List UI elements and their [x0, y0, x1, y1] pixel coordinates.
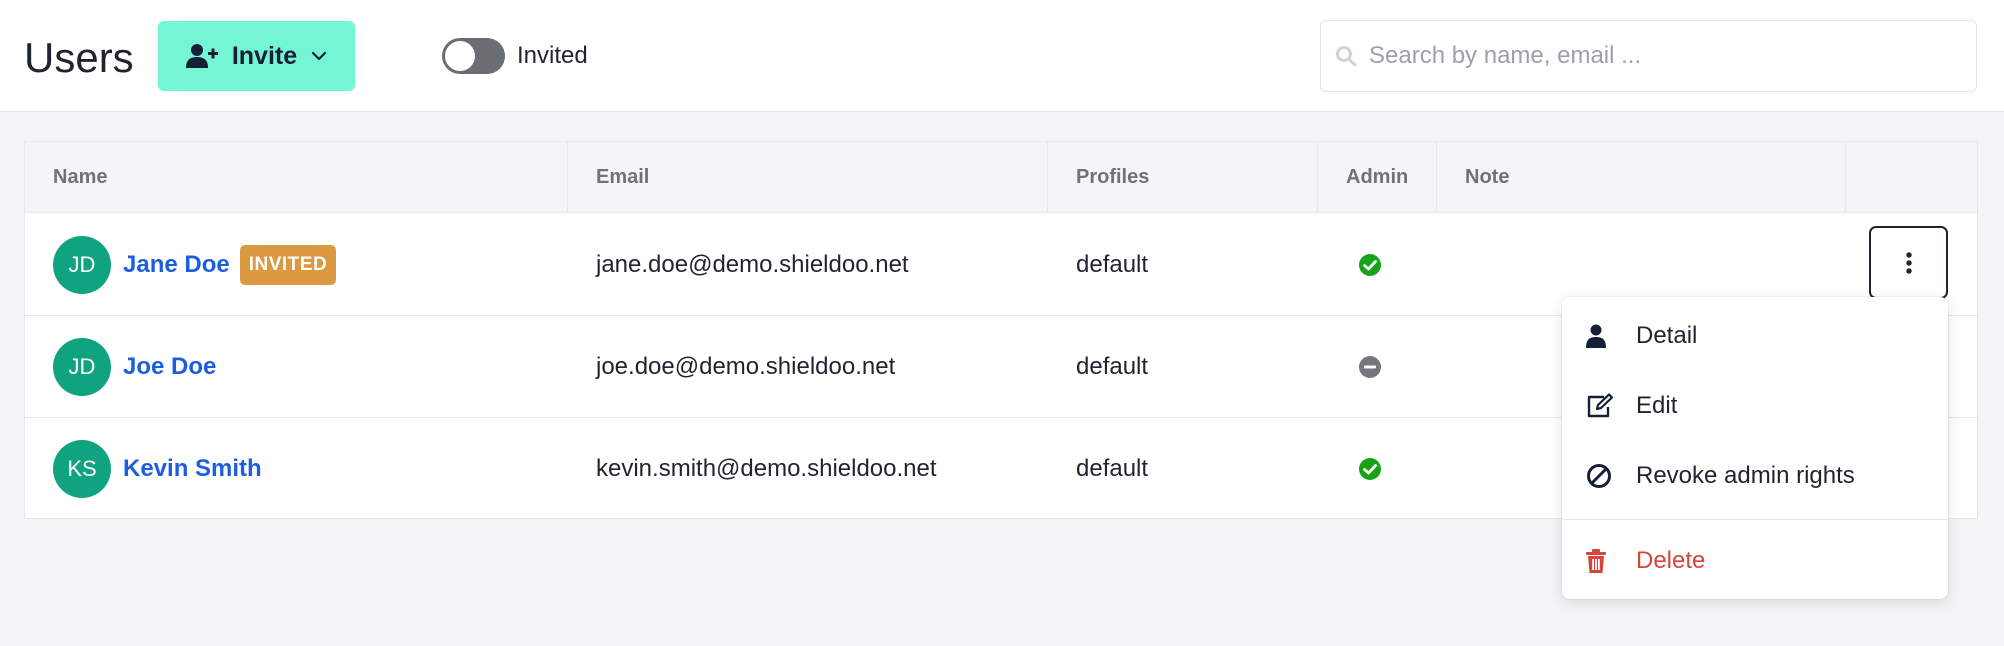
email-cell: joe.doe@demo.shieldoo.net: [596, 352, 896, 380]
name-cell: JD Jane Doe INVITED: [53, 214, 337, 315]
admin-cell: [1358, 214, 1382, 315]
user-name-link[interactable]: Kevin Smith: [123, 455, 262, 483]
menu-item-label: Edit: [1636, 392, 1678, 419]
invite-button[interactable]: Invite: [158, 21, 355, 91]
kebab-menu-icon: [1905, 251, 1912, 274]
search-box: [1320, 20, 1977, 92]
toggle-knob: [445, 41, 475, 71]
trash-icon: [1586, 549, 1606, 573]
admin-cell: [1358, 418, 1382, 520]
chevron-down-icon: [312, 51, 327, 61]
avatar: JD: [53, 337, 111, 396]
user-name-link[interactable]: Joe Doe: [123, 353, 216, 381]
column-header-note[interactable]: Note: [1437, 142, 1846, 213]
invited-toggle-label: Invited: [517, 42, 588, 69]
name-cell: KS Kevin Smith: [53, 418, 262, 520]
column-header-actions: [1846, 142, 1979, 213]
check-circle-icon: [1359, 253, 1381, 276]
invite-button-label: Invite: [231, 41, 298, 70]
status-badge: INVITED: [239, 244, 337, 285]
profiles-cell: default: [1076, 455, 1149, 482]
menu-item-revoke-admin[interactable]: Revoke admin rights: [1562, 444, 1948, 508]
column-header-profiles[interactable]: Profiles: [1048, 142, 1318, 213]
user-icon: [1586, 324, 1606, 348]
top-bar: Users Invite Invited: [0, 0, 2004, 112]
menu-item-label: Detail: [1636, 322, 1698, 349]
avatar: KS: [53, 440, 111, 498]
menu-item-label: Revoke admin rights: [1636, 462, 1855, 489]
minus-circle-icon: [1359, 355, 1381, 378]
menu-item-detail[interactable]: Detail: [1562, 304, 1948, 368]
user-plus-icon: [185, 44, 218, 68]
column-header-admin[interactable]: Admin: [1318, 142, 1437, 213]
search-icon: [1336, 46, 1357, 67]
avatar: JD: [53, 235, 111, 294]
profiles-cell: default: [1076, 250, 1149, 278]
row-actions-button[interactable]: [1869, 226, 1948, 299]
email-cell: jane.doe@demo.shieldoo.net: [596, 250, 909, 278]
page-title: Users: [24, 34, 134, 81]
ban-icon: [1587, 464, 1611, 488]
name-cell: JD Joe Doe: [53, 316, 216, 417]
row-actions-menu: Detail Edit Revoke admin rights Delete: [1562, 297, 1948, 599]
column-header-email[interactable]: Email: [568, 142, 1048, 213]
invited-toggle[interactable]: [442, 38, 505, 74]
menu-item-delete[interactable]: Delete: [1562, 529, 1948, 593]
menu-item-edit[interactable]: Edit: [1562, 374, 1948, 438]
table-header: Name Email Profiles Admin Note: [25, 142, 1977, 213]
menu-divider: [1562, 519, 1948, 520]
admin-cell: [1358, 316, 1382, 417]
check-circle-icon: [1359, 458, 1381, 480]
user-name-link[interactable]: Jane Doe: [123, 251, 230, 279]
invited-toggle-group: Invited: [442, 38, 588, 74]
menu-item-label: Delete: [1636, 547, 1706, 574]
search-input[interactable]: [1369, 42, 1949, 70]
email-cell: kevin.smith@demo.shieldoo.net: [596, 455, 937, 482]
profiles-cell: default: [1076, 352, 1149, 380]
edit-icon: [1587, 393, 1614, 418]
column-header-name[interactable]: Name: [25, 142, 568, 213]
